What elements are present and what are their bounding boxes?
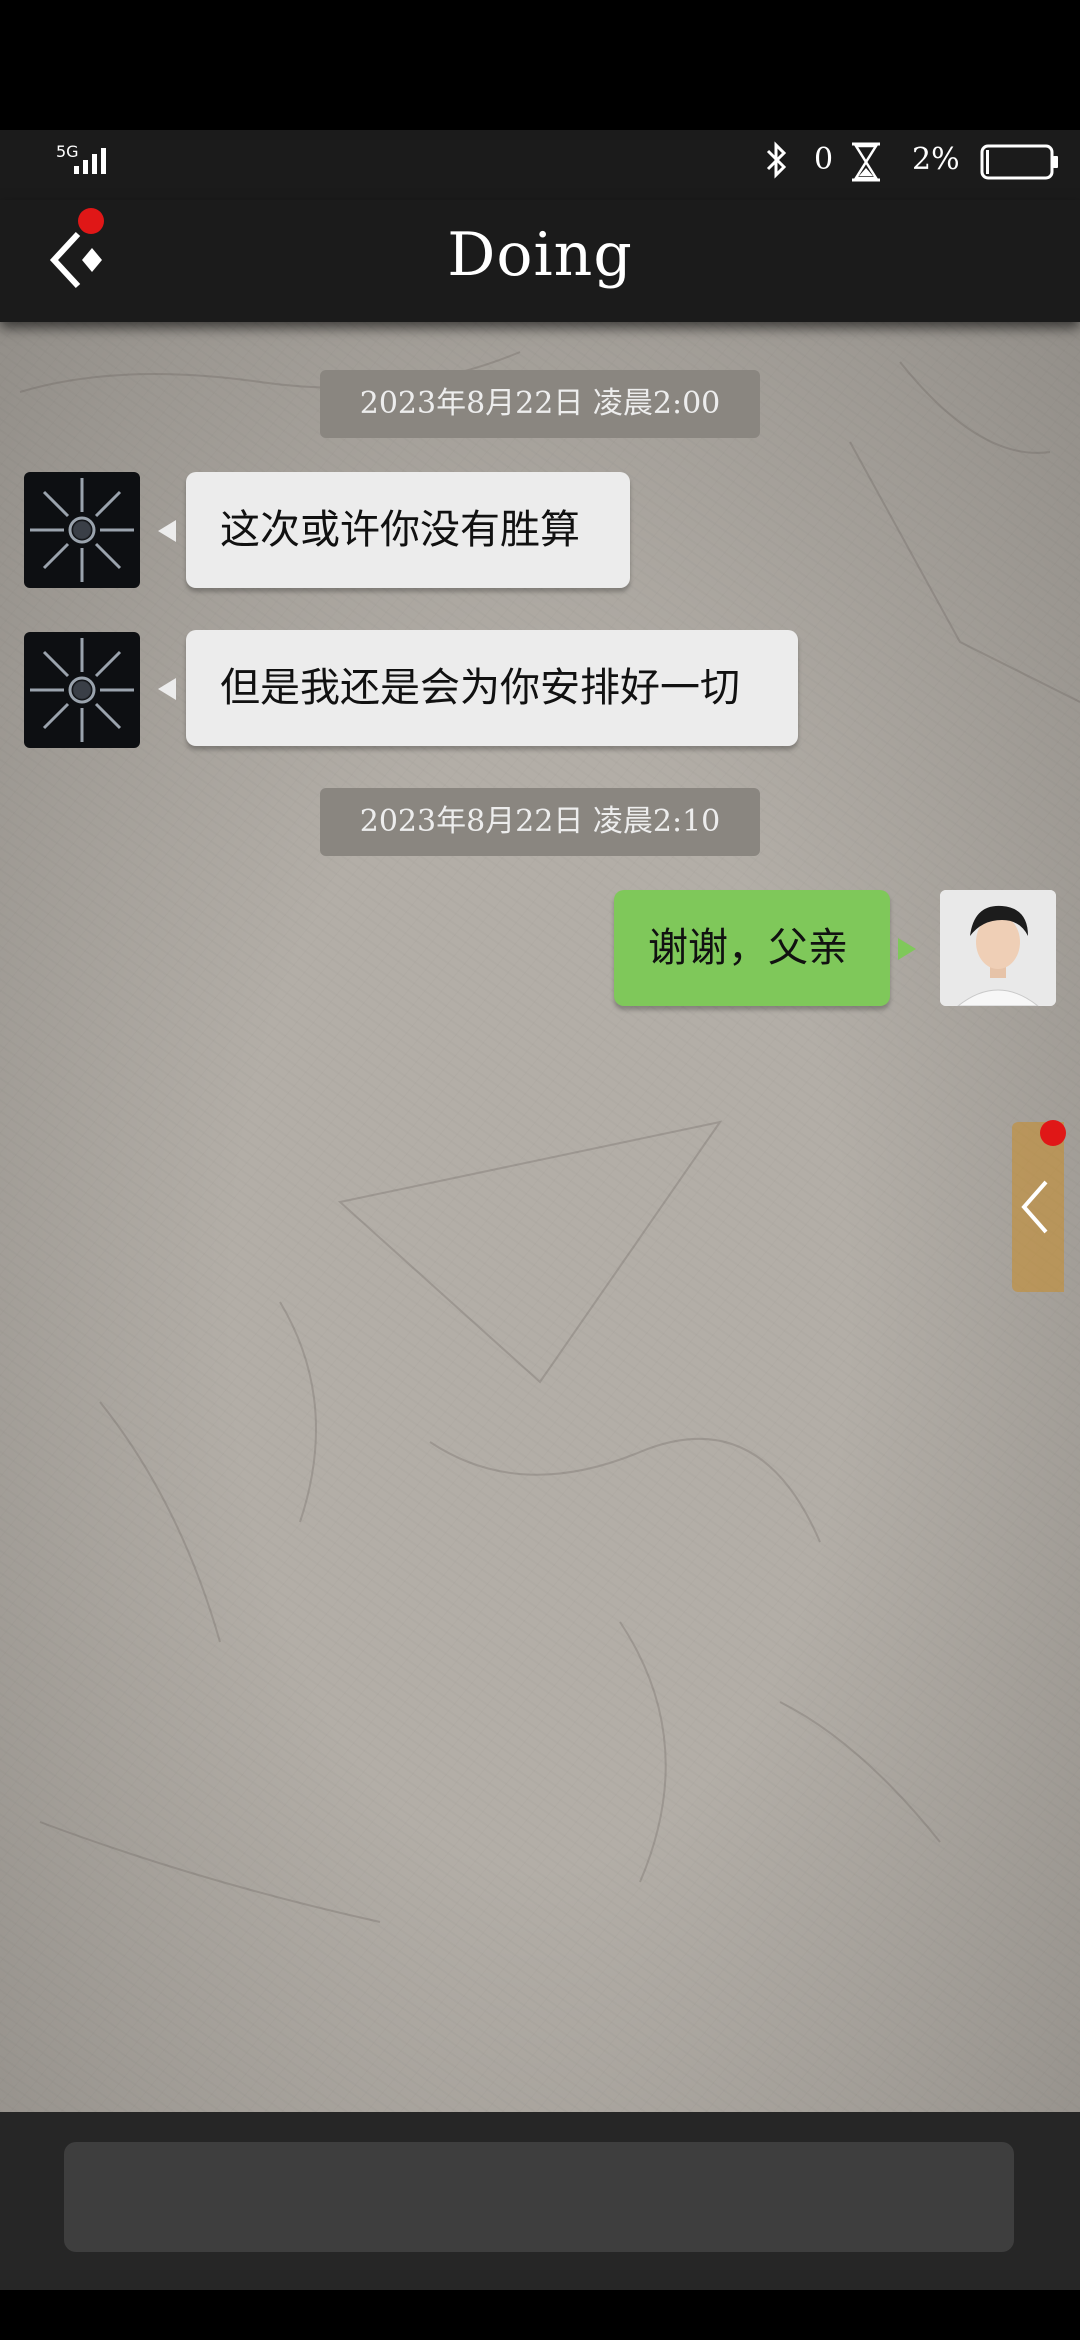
paper-texture [19, 351, 1080, 1923]
chat-header: Doing [0, 200, 1080, 322]
timestamp: 2023年8月22日 凌晨2:00 [320, 370, 760, 438]
bubble-tail [898, 938, 916, 960]
bluetooth-icon [766, 141, 787, 179]
timestamp: 2023年8月22日 凌晨2:10 [320, 788, 760, 856]
bubble-tail [158, 520, 176, 542]
user-avatar[interactable] [940, 890, 1056, 1006]
signal-icon [74, 148, 106, 174]
bubble-tail [158, 678, 176, 700]
incoming-message[interactable]: 这次或许你没有胜算 [186, 472, 630, 588]
notification-dot [1040, 1120, 1066, 1146]
contact-avatar[interactable] [24, 472, 140, 588]
chevron-left-icon [1021, 1180, 1048, 1234]
chat-title: Doing [447, 220, 633, 290]
message-input[interactable] [64, 2142, 1014, 2252]
bottom-bezel [0, 2290, 1080, 2340]
bluetooth-count: 0 [814, 142, 834, 177]
side-drawer-handle[interactable] [1012, 1122, 1064, 1292]
top-bezel [0, 0, 1080, 130]
outgoing-message[interactable]: 谢谢，父亲 [614, 890, 890, 1006]
hourglass-icon [852, 142, 880, 182]
incoming-message[interactable]: 但是我还是会为你安排好一切 [186, 630, 798, 746]
status-bar: 5G 0 2% [0, 130, 1080, 200]
input-bar [0, 2112, 1080, 2290]
chat-area[interactable]: 2023年8月22日 凌晨2:00 这次或许你没有胜算 但是我还是会为你安排好一… [0, 322, 1080, 2112]
battery-icon [980, 144, 1058, 180]
battery-percent: 2% [912, 142, 960, 177]
contact-avatar[interactable] [24, 632, 140, 748]
